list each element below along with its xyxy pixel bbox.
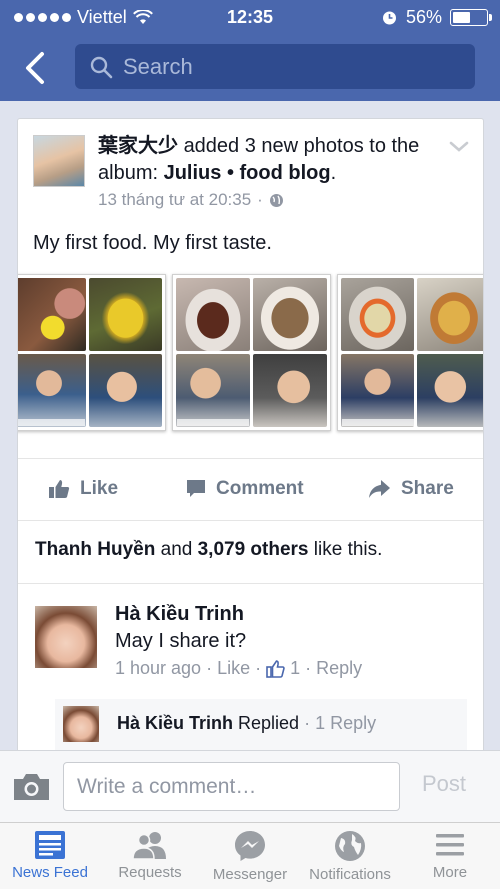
comment-like-count: 1	[290, 658, 301, 678]
menu-icon	[436, 834, 464, 856]
tab-label: More	[432, 864, 468, 881]
photo-baby-6	[417, 354, 483, 427]
reply-sep: ·	[299, 713, 316, 733]
status-bar: Viettel 12:35 56%	[0, 0, 500, 34]
top-header: Viettel 12:35 56% Search	[0, 0, 500, 101]
reply-preview[interactable]: Hà Kiều Trinh Replied · 1 Reply	[55, 699, 467, 754]
meta-separator: ·	[257, 190, 263, 209]
photo-baby-3	[176, 354, 250, 427]
album-suffix: .	[330, 162, 337, 184]
photo-dish	[252, 278, 327, 351]
messenger-icon	[235, 831, 265, 861]
like-button[interactable]: Like	[48, 458, 118, 520]
author-name[interactable]: 葉家大少	[98, 135, 178, 157]
likes-summary[interactable]: Thanh Huyền and 3,079 others like this.	[35, 539, 382, 561]
meta-sep: ·	[255, 658, 262, 678]
replier-name[interactable]: Hà Kiều Trinh	[117, 713, 233, 733]
replier-avatar	[63, 706, 99, 742]
search-placeholder: Search	[123, 53, 193, 79]
tab-messenger[interactable]: Messenger	[200, 823, 300, 889]
comment-time: 1 hour ago	[115, 658, 202, 678]
back-arrow-icon[interactable]	[20, 51, 50, 85]
comment-input[interactable]: Write a comment…	[63, 762, 400, 811]
photo-baby-4	[252, 354, 327, 427]
comment-button[interactable]: Comment	[186, 458, 304, 520]
watermark-strip	[341, 419, 414, 426]
reply-summary: Hà Kiều Trinh Replied · 1 Reply	[117, 713, 376, 734]
comment-composer: Write a comment… Post	[0, 750, 500, 822]
comment-meta: 1 hour ago · Like · 1 · Reply	[115, 658, 362, 679]
post-actions: Like Comment Share	[18, 458, 483, 520]
photo-baby-1	[18, 354, 86, 427]
photo-collage-1[interactable]	[18, 274, 167, 431]
likes-count[interactable]: 3,079 others	[198, 539, 309, 560]
post-card: 葉家大少 added 3 new photos to the album: Ju…	[17, 118, 484, 758]
nav-row: Search	[0, 34, 500, 101]
share-button[interactable]: Share	[368, 458, 454, 520]
replied-label: Replied	[233, 713, 300, 733]
alarm-icon	[382, 11, 396, 25]
globe-icon	[269, 193, 283, 207]
requests-icon	[132, 832, 166, 860]
search-bar[interactable]: Search	[75, 44, 475, 89]
battery-icon	[450, 9, 492, 26]
photo-noodles	[340, 278, 415, 351]
search-icon	[90, 56, 113, 78]
camera-icon[interactable]	[12, 772, 51, 802]
battery-percent: 56%	[405, 7, 442, 27]
share-icon	[369, 480, 390, 498]
share-label: Share	[401, 478, 454, 499]
photo-collages	[18, 274, 483, 431]
commenter-avatar[interactable]	[35, 606, 97, 668]
photo-fruit	[18, 278, 86, 351]
like-icon	[49, 480, 70, 498]
comment-like-link[interactable]: Like	[217, 658, 250, 679]
photo-baby-5	[340, 354, 415, 427]
photo-liver-plate	[176, 278, 250, 351]
post-button[interactable]: Post	[422, 771, 466, 797]
post-header-text: 葉家大少 added 3 new photos to the album: Ju…	[98, 133, 448, 187]
photo-collage-3[interactable]	[336, 274, 483, 431]
watermark-strip	[18, 419, 85, 426]
photo-salad	[417, 278, 483, 351]
comment-label: Comment	[216, 478, 304, 499]
author-avatar[interactable]	[33, 135, 85, 187]
comment-text: May I share it?	[115, 630, 247, 652]
divider	[18, 520, 483, 521]
tab-news-feed[interactable]: News Feed	[0, 823, 100, 889]
divider	[18, 583, 483, 584]
watermark-strip	[177, 419, 250, 426]
tab-label: Notifications	[309, 866, 391, 883]
likes-suffix: like this.	[308, 539, 383, 560]
comment-icon	[187, 480, 205, 497]
meta-sep: ·	[305, 658, 312, 678]
chevron-down-icon[interactable]	[449, 141, 469, 153]
thumbs-up-icon	[266, 659, 285, 678]
tab-label: News Feed	[12, 864, 88, 881]
status-right: 56%	[381, 7, 492, 28]
meta-sep: ·	[206, 658, 213, 678]
tab-bar: News Feed Requests Messenger Notificatio…	[0, 822, 500, 889]
photo-collage-2[interactable]	[172, 274, 331, 431]
tab-label: Messenger	[212, 866, 288, 883]
tab-notifications[interactable]: Notifications	[300, 823, 400, 889]
post-timestamp[interactable]: 13 tháng tư at 20:35	[98, 190, 251, 210]
album-link[interactable]: Julius • food blog	[164, 162, 331, 184]
tab-requests[interactable]: Requests	[100, 823, 200, 889]
post-meta: 13 tháng tư at 20:35 ·	[98, 190, 284, 210]
reply-count[interactable]: 1 Reply	[315, 713, 376, 733]
commenter-name[interactable]: Hà Kiều Trinh	[115, 603, 244, 626]
comment-reply-link[interactable]: Reply	[316, 658, 362, 679]
post-caption: My first food. My first taste.	[33, 232, 272, 254]
likes-and: and	[155, 539, 198, 560]
like-label: Like	[80, 478, 119, 499]
photo-jar	[88, 278, 163, 351]
liker-name[interactable]: Thanh Huyền	[35, 539, 155, 560]
tab-label: Requests	[118, 864, 182, 881]
news-feed-icon	[35, 831, 65, 859]
tab-more[interactable]: More	[400, 823, 500, 889]
globe-icon	[335, 831, 365, 861]
photo-baby-2	[88, 354, 163, 427]
